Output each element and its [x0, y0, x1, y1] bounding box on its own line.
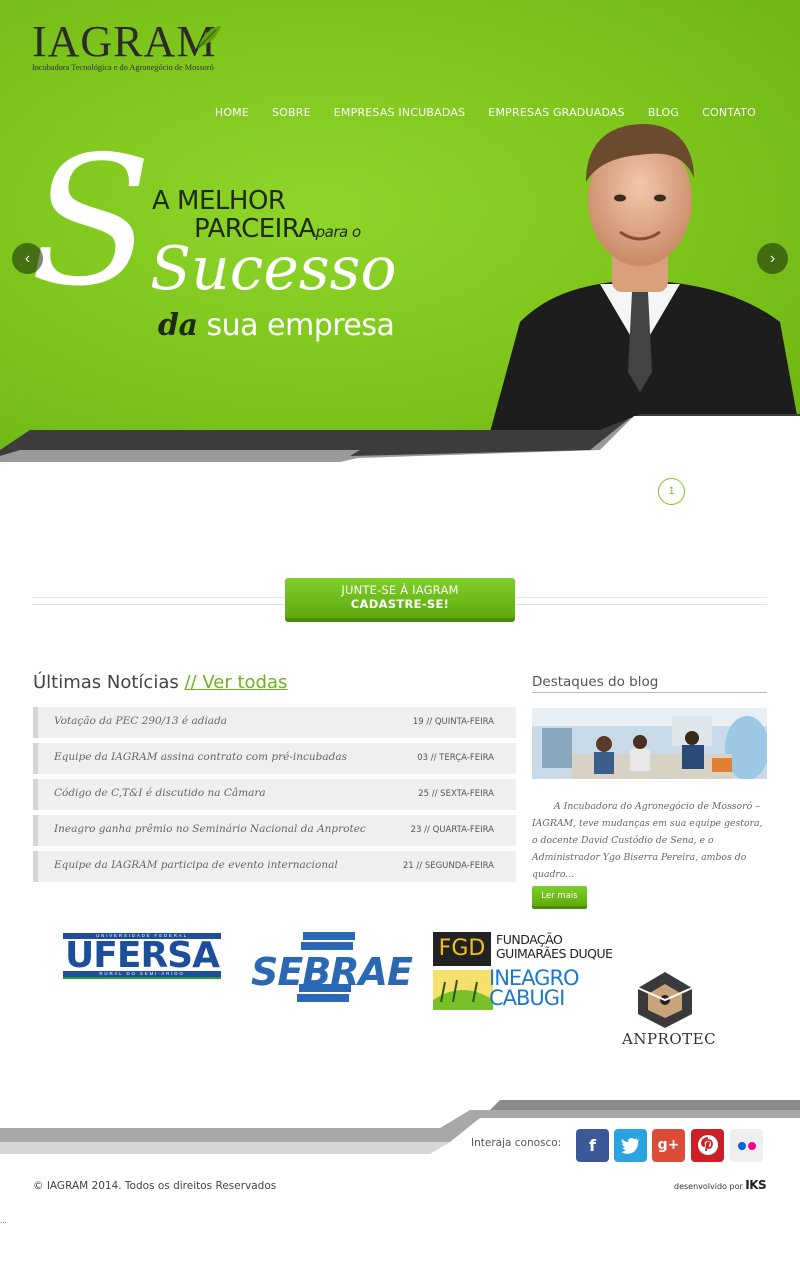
signup-button[interactable]: JUNTE-SE À IAGRAM CADASTRE-SE! — [285, 578, 515, 622]
twitter-icon — [620, 1138, 639, 1154]
news-item-title: Equipe da IAGRAM assina contrato com pré… — [54, 751, 348, 763]
fgd-name: FUNDAÇÃO GUIMARÃES DUQUE — [496, 932, 613, 961]
nav-item-home[interactable]: HOME — [215, 106, 249, 119]
divider-right — [516, 597, 767, 605]
news-item-title: Votação da PEC 290/13 é adiada — [54, 715, 228, 727]
corner-mark: ... — [0, 1216, 7, 1225]
signup-button-bottom: CADASTRE-SE! — [350, 597, 450, 611]
news-item-date: 23 // QUARTA-FEIRA — [410, 825, 494, 835]
slogan-line1: A MELHOR — [152, 186, 286, 216]
blog-heading: Destaques do blog — [532, 674, 767, 693]
hero-bottom-wave — [0, 414, 800, 462]
hero-person-photo — [490, 124, 800, 432]
slogan-word: Sucesso — [150, 234, 397, 304]
partner-logo-anprotec[interactable]: ANPROTEC — [618, 970, 716, 1050]
news-item-date: 21 // SEGUNDA-FEIRA — [402, 861, 494, 871]
ufersa-wordmark: UFERSA — [65, 935, 220, 976]
slogan-line3: da sua empresa — [158, 308, 395, 343]
flickr-button[interactable] — [730, 1129, 763, 1162]
slider-page-indicator[interactable]: 1 — [658, 478, 685, 505]
slider-next-button[interactable]: › — [757, 243, 788, 274]
ineagro-landscape-icon — [433, 970, 493, 1010]
flickr-icon — [737, 1142, 756, 1150]
sebrae-wordmark: SEBRAE — [251, 950, 413, 994]
slider-prev-button[interactable]: ‹ — [12, 243, 43, 274]
logo-tagline: Incubadora Tecnológica e do Agronegócio … — [32, 63, 214, 72]
read-more-button[interactable]: Ler mais — [532, 886, 587, 909]
google-plus-icon: g+ — [657, 1137, 680, 1153]
partner-logo-ufersa[interactable]: UNIVERSIDADE FEDERAL UFERSA RURAL DO SEM… — [63, 933, 221, 979]
hero-slogan: S A MELHOR PARCEIRApara o Sucesso da sua… — [30, 122, 430, 360]
developer-credit[interactable]: desenvolvido por IKS — [674, 1178, 767, 1192]
news-item[interactable]: Código de C,T&I é discutido na Câmara 25… — [33, 779, 516, 810]
news-item-date: 19 // QUINTA-FEIRA — [412, 717, 494, 727]
news-item[interactable]: Votação da PEC 290/13 é adiada 19 // QUI… — [33, 707, 516, 738]
anprotec-wordmark: ANPROTEC — [622, 1030, 717, 1048]
signup-button-top: JUNTE-SE À IAGRAM — [341, 583, 459, 597]
twitter-button[interactable] — [614, 1129, 647, 1162]
nav-item-sobre[interactable]: SOBRE — [272, 106, 311, 119]
partner-logo-sebrae[interactable]: SEBRAE — [251, 932, 413, 1008]
ineagro-wordmark: INEAGRO CABUGI — [489, 966, 580, 1010]
view-all-news-link[interactable]: // Ver todas — [184, 672, 287, 693]
news-item[interactable]: Ineagro ganha prêmio no Seminário Nacion… — [33, 815, 516, 846]
news-heading: Últimas Notícias // Ver todas — [33, 672, 288, 693]
copyright-text: © IAGRAM 2014. Todos os direitos Reserva… — [33, 1180, 277, 1192]
facebook-button[interactable]: f — [576, 1129, 609, 1162]
divider-left — [32, 597, 284, 605]
ufersa-green-stripe — [63, 977, 221, 979]
partner-logo-fgd-ineagro[interactable]: FGD FUNDAÇÃO GUIMARÃES DUQUE INEAGRO CABUG… — [433, 932, 613, 1012]
news-list: Votação da PEC 290/13 é adiada 19 // QUI… — [33, 707, 516, 887]
site-logo[interactable]: IAGRAM Incubadora Tecnológica e do Agron… — [32, 18, 232, 74]
chevron-right-icon: › — [769, 250, 776, 267]
logo-wordmark: IAGRAM — [32, 17, 217, 66]
news-item[interactable]: Equipe da IAGRAM participa de evento int… — [33, 851, 516, 882]
pinterest-button[interactable] — [691, 1129, 724, 1162]
fgd-badge: FGD — [433, 932, 491, 966]
slogan-initial: S — [30, 118, 152, 325]
developer-logo: IKS — [745, 1178, 767, 1192]
news-item-title: Ineagro ganha prêmio no Seminário Nacion… — [54, 823, 366, 835]
hero-slider: IAGRAM Incubadora Tecnológica e do Agron… — [0, 0, 800, 462]
blog-featured-photo[interactable] — [532, 708, 767, 779]
facebook-icon: f — [589, 1136, 596, 1155]
news-item-title: Código de C,T&I é discutido na Câmara — [54, 787, 266, 799]
news-item-title: Equipe da IAGRAM participa de evento int… — [54, 859, 338, 871]
blog-excerpt: A Incubadora do Agronegócio de Mossoró –… — [532, 801, 763, 880]
news-item-date: 03 // TERÇA-FEIRA — [417, 753, 494, 763]
pinterest-icon — [697, 1135, 718, 1155]
anprotec-cube-icon — [637, 972, 693, 1028]
leaf-icon — [197, 26, 221, 49]
chevron-left-icon: ‹ — [24, 250, 31, 267]
news-item[interactable]: Equipe da IAGRAM assina contrato com pré… — [33, 743, 516, 774]
google-plus-button[interactable]: g+ — [652, 1129, 685, 1162]
social-label: Interaja conosco: — [471, 1137, 562, 1149]
nav-item-empresas-incubadas[interactable]: EMPRESAS INCUBADAS — [334, 106, 466, 119]
news-item-date: 25 // SEXTA-FEIRA — [418, 789, 494, 799]
